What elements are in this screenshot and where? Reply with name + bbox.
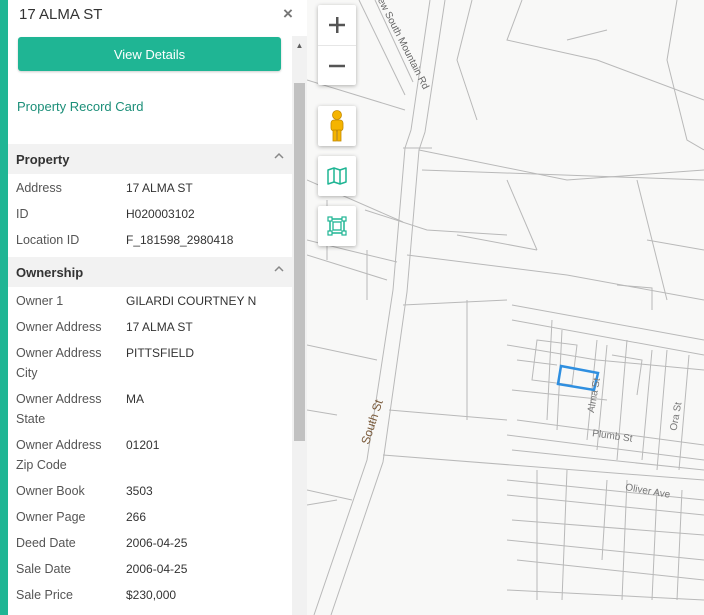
field-label: Owner Address State (16, 392, 102, 426)
basemap[interactable] (307, 0, 704, 615)
panel-title: 17 ALMA ST (19, 6, 103, 23)
field-value: GILARDI COURTNEY N (126, 294, 257, 308)
zoom-out-button[interactable] (318, 46, 356, 86)
field-value: 01201 (126, 438, 160, 452)
field-label: Location ID (16, 233, 80, 247)
field-value: H020003102 (126, 207, 195, 221)
field-label: Owner Address (16, 320, 102, 334)
field-label: Sale Date (16, 562, 71, 576)
field-value: 266 (126, 510, 147, 524)
street-view-button[interactable] (318, 106, 356, 146)
field-value: PITTSFIELD (126, 346, 195, 360)
chevron-up-icon (274, 264, 284, 275)
property-record-card-link[interactable]: Property Record Card (17, 99, 143, 114)
field-value: 17 ALMA ST (126, 320, 193, 334)
field-value: 2006-04-25 (126, 562, 188, 576)
field-label: Address (16, 181, 62, 195)
field-value: 3503 (126, 484, 153, 498)
minus-icon (329, 64, 345, 68)
zoom-in-button[interactable] (318, 5, 356, 46)
field-label: Owner Page (16, 510, 86, 524)
extent-button[interactable] (318, 206, 356, 246)
property-panel: 17 ALMA ST × View Details Property Recor… (0, 0, 307, 615)
field-value: 2006-04-25 (126, 536, 188, 550)
close-button[interactable]: × (283, 4, 293, 24)
basemap-icon (327, 167, 347, 185)
scrollbar-thumb[interactable] (294, 83, 305, 441)
field-value: F_181598_2980418 (126, 233, 234, 247)
field-label: Owner Address City (16, 346, 102, 380)
zoom-control (318, 5, 356, 85)
section-title-property: Property (16, 152, 70, 167)
basemap-button[interactable] (318, 156, 356, 196)
panel-accent-bar (0, 0, 8, 615)
field-value: 17 ALMA ST (126, 181, 193, 195)
field-label: Owner Address Zip Code (16, 438, 102, 472)
plus-icon (329, 17, 345, 33)
field-value: MA (126, 392, 144, 406)
section-title-ownership: Ownership (16, 265, 84, 280)
chevron-up-icon (274, 151, 284, 162)
field-label: ID (16, 207, 29, 221)
section-header-property[interactable]: Property (8, 144, 292, 174)
extent-icon (327, 216, 347, 236)
field-label: Sale Price (16, 588, 73, 602)
street-view-icon (330, 110, 344, 142)
field-value: $230,000 (126, 588, 177, 602)
map-view[interactable]: New South Mountain Rd South St Alma St P… (307, 0, 704, 615)
section-header-ownership[interactable]: Ownership (8, 257, 292, 287)
scroll-up-arrow-icon[interactable]: ▲ (292, 38, 307, 52)
field-label: Deed Date (16, 536, 76, 550)
field-label: Owner 1 (16, 294, 64, 308)
field-label: Owner Book (16, 484, 85, 498)
view-details-button[interactable]: View Details (18, 37, 281, 71)
